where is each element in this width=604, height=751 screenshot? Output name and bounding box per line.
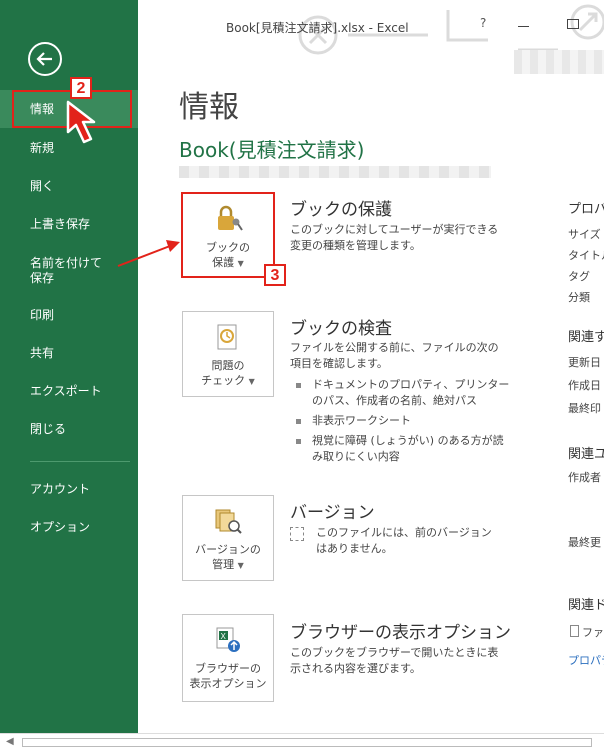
- protect-title: ブックの保護: [290, 200, 392, 220]
- list-item: 視覚に障碍 (しょうがい) のある方が読み取りにくい内容: [290, 433, 510, 465]
- step-2-badge: 2: [70, 77, 92, 99]
- minimize-button[interactable]: [516, 16, 532, 30]
- svg-text:X: X: [221, 632, 227, 641]
- inspect-document-icon: [217, 324, 237, 350]
- properties-panel: プロパ サイズ タイトル タグ 分類 関連す 更新日 作成日 最終印 関連ユ 作…: [566, 0, 604, 733]
- help-button[interactable]: ?: [480, 16, 486, 30]
- related-doc-label: ファ: [582, 626, 604, 639]
- protect-workbook-button[interactable]: ブックの 保護 ▼: [181, 192, 275, 278]
- properties-header[interactable]: プロパ: [568, 198, 604, 217]
- back-button[interactable]: [28, 42, 62, 76]
- manage-versions-button[interactable]: バージョンの 管理 ▼: [182, 495, 274, 581]
- property-label: タグ: [568, 270, 590, 283]
- property-label: タイトル: [568, 249, 604, 262]
- property-label: 最終印: [568, 402, 601, 415]
- title-bar: Book[見積注文請求].xlsx - Excel ?: [138, 0, 604, 74]
- scrollbar-thumb[interactable]: [22, 738, 592, 747]
- versions-note-text: このファイルには、前のバージョンはありません。: [316, 526, 492, 555]
- versions-tile-label: バージョンの: [195, 543, 261, 556]
- versions-note: このファイルには、前のバージョンはありません。: [290, 525, 500, 557]
- related-people-header: 関連ユ: [568, 447, 604, 462]
- window-title: Book[見積注文請求].xlsx - Excel: [226, 21, 409, 35]
- sidebar-item-print[interactable]: 印刷: [0, 296, 138, 334]
- versions-title: バージョン: [290, 503, 375, 523]
- file-path: [179, 166, 491, 178]
- excel-globe-icon: X: [216, 627, 240, 652]
- cursor-arrow-icon: [66, 100, 96, 144]
- sidebar-item-open[interactable]: 開く: [0, 167, 138, 205]
- property-label: 更新日: [568, 356, 601, 369]
- file-name: Book(見積注文請求): [179, 138, 365, 162]
- page-title: 情報: [179, 90, 239, 125]
- property-label: 最終更: [568, 536, 601, 549]
- dropdown-caret-icon: ▼: [248, 377, 255, 386]
- versions-tile-label-2: 管理: [212, 558, 235, 571]
- inspect-title: ブックの検査: [290, 319, 392, 339]
- protect-tile-label-2: 保護: [212, 256, 235, 269]
- related-dates-header: 関連す: [568, 330, 604, 345]
- browser-description: このブックをブラウザーで開いたときに表示される内容を選びます。: [290, 646, 499, 675]
- browser-title: ブラウザーの表示オプション: [290, 623, 511, 643]
- browser-view-options-button[interactable]: X ブラウザーの 表示オプション: [182, 614, 274, 702]
- back-arrow-icon: [36, 52, 52, 66]
- sidebar-item-close[interactable]: 閉じる: [0, 410, 138, 448]
- browser-tile-label: ブラウザーの: [195, 662, 261, 675]
- protect-description: このブックに対してユーザーが実行できる変更の種類を管理します。: [290, 223, 499, 252]
- pointer-arrow-icon: [117, 240, 180, 267]
- file-icon: [570, 625, 579, 637]
- property-label: 作成日: [568, 379, 601, 392]
- lock-key-icon: [218, 205, 243, 231]
- scroll-left-icon[interactable]: ◀: [6, 736, 14, 747]
- dropdown-caret-icon: ▼: [237, 561, 244, 570]
- show-all-properties-link[interactable]: プロパテ: [568, 652, 604, 668]
- list-item: ドキュメントのプロパティ、プリンターのパス、作成者の名前、絶対パス: [290, 377, 510, 409]
- list-item: 非表示ワークシート: [290, 413, 510, 429]
- step-3-badge: 3: [264, 264, 286, 286]
- related-doc-item[interactable]: ファ: [568, 624, 604, 640]
- protect-tile-label: ブックの: [206, 241, 250, 254]
- sidebar-item-account[interactable]: アカウント: [0, 470, 138, 508]
- horizontal-scrollbar[interactable]: ◀: [0, 733, 604, 751]
- versions-icon: [215, 509, 242, 534]
- inspect-bullet-list: ドキュメントのプロパティ、プリンターのパス、作成者の名前、絶対パス 非表示ワーク…: [290, 377, 510, 469]
- dropdown-caret-icon: ▼: [237, 259, 244, 268]
- property-label: サイズ: [568, 228, 601, 241]
- browser-tile-label-2: 表示オプション: [189, 677, 267, 690]
- related-docs-header: 関連ド: [568, 598, 604, 613]
- sidebar-divider: [30, 461, 130, 462]
- sidebar-item-share[interactable]: 共有: [0, 334, 138, 372]
- inspect-tile-label-2: チェック: [201, 374, 246, 387]
- document-icon: [290, 527, 304, 541]
- sidebar-item-export[interactable]: エクスポート: [0, 372, 138, 410]
- property-label: 作成者: [568, 471, 601, 484]
- sidebar-item-options[interactable]: オプション: [0, 508, 138, 546]
- property-label: 分類: [568, 291, 590, 304]
- inspect-tile-label: 問題の: [211, 359, 245, 372]
- check-issues-button[interactable]: 問題の チェック ▼: [182, 311, 274, 397]
- inspect-description: ファイルを公開する前に、ファイルの次の項目を確認します。: [290, 341, 499, 370]
